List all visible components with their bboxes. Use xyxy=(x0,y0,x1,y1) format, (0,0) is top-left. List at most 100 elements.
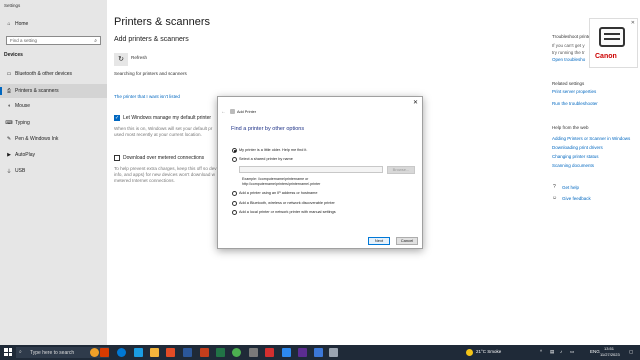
back-arrow-icon: ← xyxy=(221,109,226,115)
home-icon: ⌂ xyxy=(7,21,11,27)
option-bluetooth-radio[interactable] xyxy=(232,201,237,206)
app-icon-6[interactable] xyxy=(282,348,291,357)
volume-icon[interactable]: ♪ xyxy=(560,349,562,354)
option-bluetooth-label: Add a Bluetooth, wireless or network dis… xyxy=(239,201,335,205)
app-icon-5[interactable] xyxy=(265,348,274,357)
refresh-label: Refresh xyxy=(131,55,148,60)
battery-icon[interactable]: ▭ xyxy=(570,349,574,355)
refresh-button[interactable]: ↻ xyxy=(114,53,128,66)
app-icon-4[interactable] xyxy=(249,348,258,357)
troubleshoot-desc-1: If you can't get y xyxy=(552,43,585,48)
option-older-printer-radio[interactable] xyxy=(232,148,237,153)
chrome-icon[interactable] xyxy=(232,348,241,357)
excel-icon[interactable] xyxy=(216,348,225,357)
close-icon[interactable]: ✕ xyxy=(631,20,635,26)
weather-text[interactable]: 21°C Smoke xyxy=(476,349,501,354)
clock-time[interactable]: 13:51 xyxy=(604,346,614,351)
windows-start-button[interactable] xyxy=(4,348,12,356)
app-icon-8[interactable] xyxy=(314,348,323,357)
next-button[interactable]: Next xyxy=(368,237,390,245)
dialog-heading: Find a printer by other options xyxy=(231,126,305,132)
metered-desc-3: metered Internet connections. xyxy=(114,178,175,183)
refresh-icon: ↻ xyxy=(118,56,124,63)
feedback-icon: ☺ xyxy=(552,195,558,201)
option-shared-printer-label: Select a shared printer by name xyxy=(239,157,293,161)
search-input[interactable]: Find a setting ⌕ xyxy=(6,36,101,45)
help-link-adding-printers[interactable]: Adding Printers or Scanner in Windows xyxy=(552,136,630,141)
sidebar-item-mouse[interactable]: ◖ Mouse xyxy=(0,99,107,113)
option-ip-address-radio[interactable] xyxy=(232,191,237,196)
give-feedback-link[interactable]: Give feedback xyxy=(562,196,591,201)
sidebar-item-label: AutoPlay xyxy=(15,152,36,158)
settings-taskbar-icon[interactable] xyxy=(329,348,338,357)
example-text-2: http://computername/printers/printername… xyxy=(242,182,321,186)
metered-checkbox[interactable] xyxy=(114,155,120,161)
notifications-icon[interactable]: ▢ xyxy=(629,349,633,355)
app-icon-3[interactable] xyxy=(166,348,175,357)
printer-icon xyxy=(230,109,235,114)
browse-button[interactable]: Browse... xyxy=(387,166,415,174)
edge-icon[interactable] xyxy=(117,348,126,357)
open-troubleshooter-link[interactable]: Open troublesho xyxy=(552,57,585,62)
run-troubleshooter-link[interactable]: Run the troubleshooter xyxy=(552,101,598,106)
powerpoint-icon[interactable] xyxy=(200,348,209,357)
taskbar-search-placeholder: Type here to search xyxy=(30,350,75,356)
sidebar-item-bluetooth[interactable]: ▭ Bluetooth & other devices xyxy=(0,67,107,81)
mouse-icon: ◖ xyxy=(7,103,11,109)
sidebar-item-label: Pen & Windows Ink xyxy=(15,136,59,142)
sidebar-item-autoplay[interactable]: ▶ AutoPlay xyxy=(0,148,107,162)
sidebar-item-label: Mouse xyxy=(15,103,31,109)
file-explorer-icon[interactable] xyxy=(150,348,159,357)
sidebar-item-label: Printers & scanners xyxy=(15,88,59,94)
sidebar-item-pen[interactable]: ✎ Pen & Windows Ink xyxy=(0,132,107,146)
brand-logo: Canon xyxy=(595,53,617,60)
option-shared-printer-radio[interactable] xyxy=(232,157,237,162)
app-icon-1[interactable] xyxy=(90,348,99,357)
option-ip-address-label: Add a printer using an IP address or hos… xyxy=(239,191,318,195)
printer-icon xyxy=(599,27,625,47)
manage-default-label: Let Windows manage my default printer xyxy=(123,115,212,121)
clock-date[interactable]: 11/27/2023 xyxy=(600,352,620,357)
help-link-scanning[interactable]: Scanning documents xyxy=(552,163,594,168)
autoplay-icon: ▶ xyxy=(7,152,11,158)
app-icon-7[interactable] xyxy=(298,348,307,357)
network-icon[interactable]: ▤ xyxy=(550,349,554,355)
sidebar-item-home[interactable]: ⌂ Home xyxy=(0,17,107,31)
printer-icon: ⎙ xyxy=(6,88,11,94)
app-icon-2[interactable] xyxy=(100,348,109,357)
section-title: Devices xyxy=(4,52,23,58)
sidebar-item-printers[interactable]: ⎙ Printers & scanners xyxy=(0,84,107,98)
dialog-title: Add Printer xyxy=(237,110,256,114)
shared-printer-name-input[interactable] xyxy=(239,166,383,173)
printer-not-listed-link[interactable]: The printer that I want isn't listed xyxy=(114,94,180,99)
add-printer-dialog: ✕ ← Add Printer Find a printer by other … xyxy=(217,96,423,249)
language-indicator[interactable]: ENG xyxy=(590,349,600,354)
example-text-1: Example: \\computername\printername or xyxy=(242,177,309,181)
option-local-printer-label: Add a local printer or network printer w… xyxy=(239,210,336,214)
word-icon[interactable] xyxy=(183,348,192,357)
option-older-printer-label: My printer is a little older. Help me fi… xyxy=(239,148,308,152)
window-title: Settings xyxy=(4,3,21,8)
brand-overlay: ✕ Canon xyxy=(589,18,638,68)
sidebar-item-usb[interactable]: ⏚ USB xyxy=(0,164,107,178)
search-placeholder: Find a setting xyxy=(10,38,38,43)
troubleshoot-title: Troubleshoot printers xyxy=(552,34,595,39)
print-server-properties-link[interactable]: Print server properties xyxy=(552,89,596,94)
cancel-button[interactable]: Cancel xyxy=(396,237,418,245)
option-local-printer-radio[interactable] xyxy=(232,210,237,215)
manage-default-checkbox[interactable]: ✓ xyxy=(114,115,120,121)
metered-desc-2: info, and apps) for new devices won't do… xyxy=(114,172,215,177)
close-button[interactable]: ✕ xyxy=(413,99,418,106)
page-title: Printers & scanners xyxy=(114,16,210,28)
searching-status: Searching for printers and scanners xyxy=(114,71,187,76)
get-help-link[interactable]: Get help xyxy=(562,185,579,190)
sidebar-item-typing[interactable]: ⌨ Typing xyxy=(0,116,107,130)
bluetooth-icon: ▭ xyxy=(6,71,12,77)
store-icon[interactable] xyxy=(134,348,143,357)
help-link-downloading-drivers[interactable]: Downloading print drivers xyxy=(552,145,603,150)
help-link-changing-status[interactable]: Changing printer status xyxy=(552,154,599,159)
usb-icon: ⏚ xyxy=(6,168,12,175)
tray-chevron-icon[interactable]: ^ xyxy=(540,349,542,354)
sidebar: Settings ⌂ Home Find a setting ⌕ Devices… xyxy=(0,0,107,345)
back-button[interactable]: ← xyxy=(221,109,226,115)
